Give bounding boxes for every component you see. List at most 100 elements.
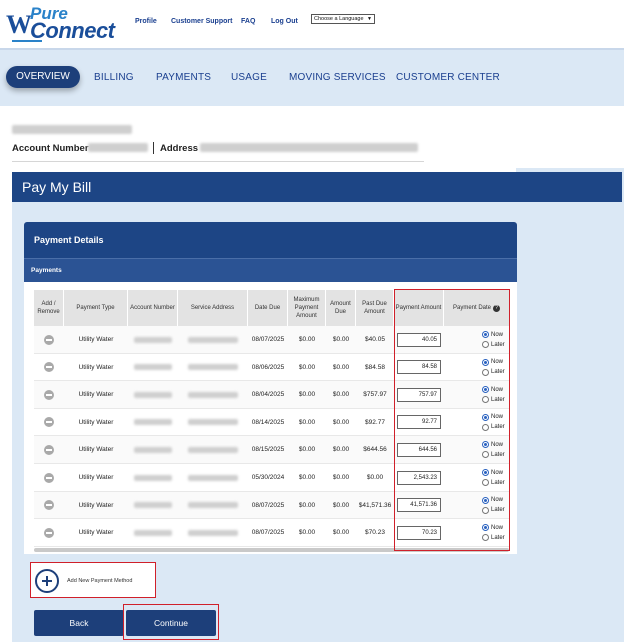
logout-link[interactable]: Log Out	[271, 18, 298, 25]
account-number-cell	[128, 381, 178, 408]
logo-underline	[12, 40, 42, 42]
service-address-redacted	[188, 391, 238, 398]
remove-row-icon[interactable]	[44, 389, 54, 400]
amount-due-cell: $0.00	[332, 474, 350, 481]
max-payment-cell: $0.00	[298, 446, 316, 454]
remove-row-icon[interactable]	[44, 472, 54, 483]
nav-overview[interactable]: OVERVIEW	[6, 66, 80, 88]
header-past-due: Past Due Amount	[356, 290, 394, 326]
chevron-down-icon: ▼	[367, 16, 372, 22]
continue-button[interactable]: Continue	[126, 610, 216, 636]
payment-type-cell: Utility Water	[78, 363, 114, 371]
add-payment-method-button[interactable]: Add New Payment Method	[30, 562, 156, 598]
date-due-cell: 08/07/2025	[251, 501, 285, 509]
language-select[interactable]: Choose a Language ▼	[311, 14, 375, 24]
amount-due-cell: $0.00	[332, 363, 350, 371]
service-address-redacted	[188, 474, 238, 481]
max-payment-cell: $0.00	[298, 501, 316, 509]
account-number-cell	[128, 492, 178, 519]
date-due-cell: 08/04/2025	[251, 391, 285, 399]
right-side-panel	[516, 168, 624, 642]
past-due-cell: $644.56	[363, 446, 387, 454]
remove-cell	[34, 354, 64, 381]
date-due-cell: 08/07/2025	[251, 336, 285, 343]
header-service-address: Service Address	[178, 290, 248, 326]
page-title: Pay My Bill	[12, 172, 622, 202]
nav-customer-center[interactable]: CUSTOMER CENTER	[396, 72, 500, 83]
payment-type-cell: Utility Water	[78, 336, 114, 343]
past-due-cell: $40.05	[365, 336, 385, 343]
account-number-cell	[128, 354, 178, 381]
account-number-redacted	[134, 529, 172, 536]
faq-link[interactable]: FAQ	[241, 18, 255, 25]
amount-due-cell: $0.00	[332, 418, 350, 426]
plus-circle-icon	[35, 569, 59, 593]
amount-due-cell: $0.00	[332, 446, 350, 454]
header-date-due: Date Due	[248, 290, 288, 326]
amount-due-cell: $0.00	[332, 529, 350, 537]
profile-link[interactable]: Profile	[135, 18, 157, 25]
service-address-cell	[178, 326, 248, 353]
account-separator	[153, 142, 154, 154]
account-divider	[12, 161, 424, 162]
remove-row-icon[interactable]	[44, 334, 54, 345]
language-select-value: Choose a Language	[314, 16, 364, 22]
amount-due-cell: $0.00	[332, 336, 350, 343]
past-due-cell: $41,571.36	[358, 501, 392, 509]
remove-row-icon[interactable]	[44, 417, 54, 428]
date-due-cell: 08/14/2025	[251, 418, 285, 426]
past-due-cell: $84.58	[365, 363, 385, 371]
account-name-redacted	[12, 125, 132, 134]
service-address-cell	[178, 464, 248, 491]
payment-type-cell: Utility Water	[78, 418, 114, 426]
address-redacted	[200, 143, 418, 152]
amount-due-cell: $0.00	[332, 391, 350, 399]
nav-payments[interactable]: PAYMENTS	[156, 72, 211, 83]
service-address-redacted	[188, 502, 238, 509]
header-payment-type: Payment Type	[64, 290, 128, 326]
service-address-cell	[178, 492, 248, 519]
remove-row-icon[interactable]	[44, 527, 54, 538]
account-number-redacted	[134, 474, 172, 481]
max-payment-cell: $0.00	[298, 363, 316, 371]
payment-details-header: Payment Details	[24, 222, 517, 258]
date-due-cell: 05/30/2024	[251, 474, 285, 481]
service-address-cell	[178, 381, 248, 408]
back-button[interactable]: Back	[34, 610, 124, 636]
date-due-cell: 08/15/2025	[251, 446, 285, 454]
service-address-redacted	[188, 336, 238, 343]
remove-cell	[34, 492, 64, 519]
remove-row-icon[interactable]	[44, 444, 54, 455]
remove-cell	[34, 326, 64, 353]
account-number-redacted	[134, 446, 172, 453]
remove-cell	[34, 464, 64, 491]
service-address-cell	[178, 519, 248, 546]
date-due-cell: 08/06/2025	[251, 363, 285, 371]
service-address-cell	[178, 436, 248, 463]
past-due-cell: $92.77	[365, 418, 385, 426]
account-number-redacted	[134, 391, 172, 398]
remove-cell	[34, 381, 64, 408]
amount-due-cell: $0.00	[332, 501, 350, 509]
nav-usage[interactable]: USAGE	[231, 72, 267, 83]
past-due-cell: $757.97	[363, 391, 387, 399]
payment-type-cell: Utility Water	[78, 474, 114, 481]
header-amount-due: Amount Due	[326, 290, 356, 326]
account-number-cell	[128, 326, 178, 353]
account-number-cell	[128, 519, 178, 546]
nav-moving-services[interactable]: MOVING SERVICES	[289, 72, 386, 83]
remove-row-icon[interactable]	[44, 500, 54, 511]
account-number-redacted	[134, 336, 172, 343]
logo-connect: Connect	[30, 18, 115, 43]
remove-cell	[34, 409, 64, 436]
account-number-cell	[128, 464, 178, 491]
payment-columns-highlight	[394, 289, 510, 551]
customer-support-link[interactable]: Customer Support	[171, 18, 232, 25]
nav-billing[interactable]: BILLING	[94, 72, 134, 83]
remove-cell	[34, 436, 64, 463]
remove-row-icon[interactable]	[44, 362, 54, 373]
payments-subheader: Payments	[24, 258, 517, 282]
pureconnect-logo[interactable]: W Pure Connect	[6, 4, 115, 43]
service-address-redacted	[188, 446, 238, 453]
account-number-redacted	[134, 419, 172, 426]
